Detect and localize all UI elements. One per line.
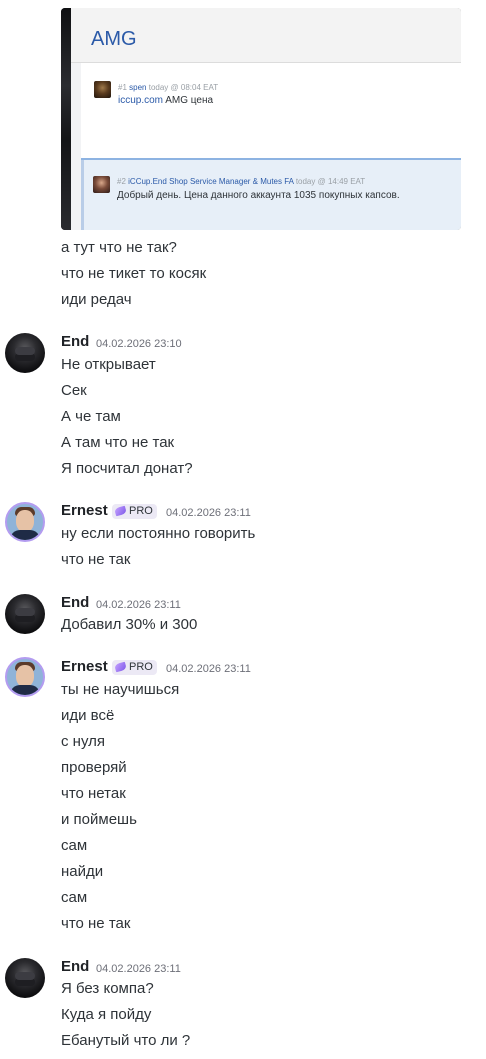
timestamp: 04.02.2026 23:11 [96,599,181,611]
embed-dark-edge [61,8,71,230]
message-text: А че там [61,408,121,425]
forum-post-2: #2 iCCup.End Shop Service Manager & Mute… [81,158,461,230]
message-text: иди редач [61,291,132,308]
message-text: сам [61,889,88,906]
username-ernest[interactable]: Ernest [61,658,108,675]
username-end[interactable]: End [61,958,89,975]
message-text: ну если постоянно говорить [61,525,256,542]
username-end[interactable]: End [61,333,89,350]
post-1-author: spen [129,83,147,92]
post-1-avatar [94,81,111,98]
avatar-end[interactable] [5,958,45,998]
post-1-meta: #1 spen today @ 08:04 EAT [118,83,218,92]
post-2-meta: #2 iCCup.End Shop Service Manager & Mute… [117,177,365,186]
message-text: с нуля [61,733,105,750]
post-2-number: #2 [117,177,126,186]
forum-panel: AMG #1 spen today @ 08:04 EAT iccup.com … [71,8,461,230]
timestamp: 04.02.2026 23:11 [166,663,251,675]
message-text: Куда я пойду [61,1006,152,1023]
pro-gem-icon [114,661,127,673]
message-text: Я без компа? [61,980,154,997]
message-text: сам [61,837,88,854]
timestamp: 04.02.2026 23:10 [96,338,182,350]
message-text: что не так [61,551,131,568]
avatar-end[interactable] [5,594,45,634]
post-1-text: AMG цена [163,95,214,106]
message-text: проверяй [61,759,127,776]
message-text: найди [61,863,104,880]
post-1-body: iccup.com AMG цена [118,95,213,106]
message-text: Ебанутый что ли ? [61,1032,191,1049]
forum-header: AMG [71,8,461,63]
username-ernest[interactable]: Ernest [61,502,108,519]
post-2-time: today @ 14:49 EAT [295,177,366,186]
username-end[interactable]: End [61,594,89,611]
post-2-author: iCCup.End [128,177,167,186]
message-text: и поймешь [61,811,137,828]
post-1-number: #1 [118,83,127,92]
avatar-end[interactable] [5,333,45,373]
post-2-avatar [93,176,110,193]
message-text: А там что не так [61,434,175,451]
message-text: иди всё [61,707,115,724]
forum-thread-title: AMG [91,28,137,50]
avatar-ernest[interactable] [5,657,45,697]
post-1-time: today @ 08:04 EAT [148,83,219,92]
message-text: что нетак [61,785,126,802]
forum-post-1: #1 spen today @ 08:04 EAT iccup.com AMG … [81,63,461,158]
message-text: Я посчитал донат? [61,460,193,477]
message-text: что не так [61,915,131,932]
avatar-ernest[interactable] [5,502,45,542]
timestamp: 04.02.2026 23:11 [166,507,251,519]
post-2-role: Shop Service Manager & Mutes FA [169,177,294,186]
pro-badge: PRO [112,504,157,519]
message-text: а тут что не так? [61,239,177,256]
message-text: Не открывает [61,356,156,373]
post-2-text: Добрый день. Цена данного аккаунта 1035 … [117,190,400,201]
pro-gem-icon [114,505,127,517]
post-1-link: iccup.com [118,95,164,106]
pro-badge: PRO [112,660,157,675]
message-text: Сек [61,382,87,399]
embedded-screenshot[interactable]: AMG #1 spen today @ 08:04 EAT iccup.com … [61,8,461,230]
post-2-accent [81,160,84,230]
message-text: ты не научишься [61,681,180,698]
message-text: что не тикет то косяк [61,265,207,282]
message-text: Добавил 30% и 300 [61,616,198,633]
timestamp: 04.02.2026 23:11 [96,963,181,975]
